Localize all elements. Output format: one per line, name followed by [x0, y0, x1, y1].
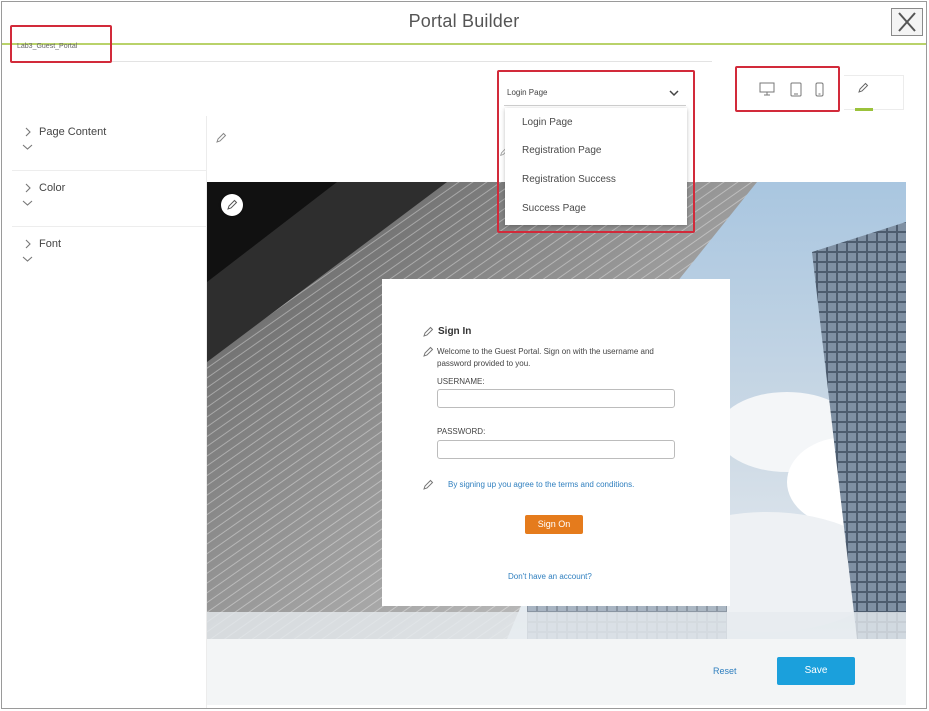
accordion-color[interactable]: Color: [12, 172, 207, 227]
dropdown-item-success-page[interactable]: Success Page: [522, 203, 586, 214]
dropdown-item-login-page[interactable]: Login Page: [522, 117, 573, 128]
save-button[interactable]: Save: [777, 657, 855, 685]
page-dropdown-menu: Login Page Registration Page Registratio…: [505, 108, 687, 225]
title-pencil-icon[interactable]: [422, 326, 434, 338]
chevron-down-icon: [22, 144, 33, 150]
toolbar-divider: [112, 61, 712, 62]
chevron-down-icon: [22, 256, 33, 262]
login-card: Sign In Welcome to the Guest Portal. Sig…: [382, 279, 730, 606]
portal-name-field[interactable]: Lab3_Guest_Portal: [17, 43, 77, 50]
password-field[interactable]: [437, 440, 675, 459]
portal-builder-window: Portal Builder Lab3_Guest_Portal Login P…: [1, 1, 927, 709]
chevron-down-icon: [22, 200, 33, 206]
edit-tab: [844, 75, 904, 110]
chevron-right-icon: [25, 127, 31, 137]
page-select-value: Login Page: [507, 88, 548, 97]
sign-in-title: Sign In: [438, 326, 472, 337]
pencil-icon: [227, 199, 238, 210]
reset-button[interactable]: Reset: [713, 666, 737, 676]
phone-icon[interactable]: [815, 82, 824, 97]
accordion-label: Page Content: [39, 126, 107, 138]
accordion-page-content[interactable]: Page Content: [12, 116, 207, 171]
terms-pencil-icon[interactable]: [422, 479, 434, 491]
active-tab-indicator: [855, 108, 873, 111]
title-bar: Portal Builder: [2, 2, 926, 45]
window-title: Portal Builder: [408, 11, 520, 31]
page-select[interactable]: Login Page: [504, 82, 686, 106]
desktop-icon[interactable]: [759, 82, 775, 96]
portal-preview: Sign In Welcome to the Guest Portal. Sig…: [207, 182, 906, 639]
header-pencil-icon[interactable]: [215, 132, 227, 144]
welcome-text: Welcome to the Guest Portal. Sign on wit…: [437, 347, 654, 368]
background-edit-button[interactable]: [221, 194, 243, 216]
chevron-right-icon: [25, 183, 31, 193]
close-button[interactable]: [891, 8, 923, 36]
password-label: PASSWORD:: [437, 427, 486, 436]
username-field[interactable]: [437, 389, 675, 408]
chevron-right-icon: [25, 239, 31, 249]
tablet-icon[interactable]: [790, 82, 802, 97]
close-icon: [898, 12, 916, 32]
dropdown-item-registration-page[interactable]: Registration Page: [522, 145, 602, 156]
username-label: USERNAME:: [437, 377, 485, 386]
pencil-icon[interactable]: [857, 82, 869, 94]
dropdown-item-registration-success[interactable]: Registration Success: [522, 174, 616, 185]
accordion-font[interactable]: Font: [12, 228, 207, 283]
chevron-down-icon: [669, 90, 679, 97]
sign-on-button[interactable]: Sign On: [525, 515, 583, 534]
customization-sidebar: Page Content Color Font: [12, 116, 207, 708]
accordion-label: Font: [39, 238, 62, 250]
terms-link[interactable]: By signing up you agree to the terms and…: [448, 480, 634, 489]
welcome-pencil-icon[interactable]: [422, 346, 434, 358]
accordion-label: Color: [39, 182, 66, 194]
action-bar: Reset Save: [207, 639, 906, 705]
no-account-link[interactable]: Don't have an account?: [508, 572, 592, 581]
device-preview-highlight: [735, 66, 840, 112]
